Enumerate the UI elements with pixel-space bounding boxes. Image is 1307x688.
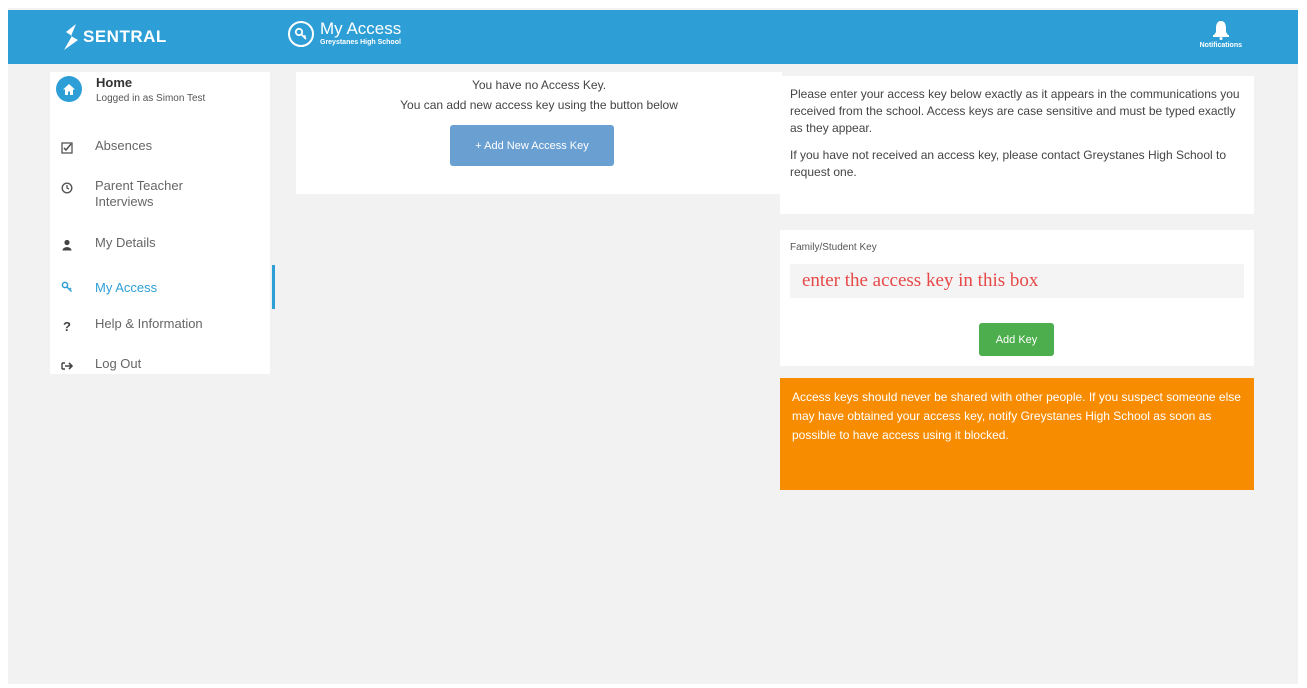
sidebar-item-my-details[interactable]: My Details [50,235,270,253]
sidebar-item-label: My Access [95,279,158,295]
sidebar-item-label: Parent Teacher Interviews [95,178,183,209]
key-entry-form: Family/Student Key Add Key [780,230,1254,366]
no-access-key-text: You have no Access Key. [471,78,607,92]
sidebar-item-absences[interactable]: Absences [50,138,270,156]
clock-icon [59,180,75,196]
sentral-logo-icon [64,24,78,50]
app-frame: SENTRAL My Access Greystanes High School… [8,8,1298,684]
home-icon [56,76,82,102]
add-new-access-key-button[interactable]: + Add New Access Key [450,125,614,166]
notifications-label: Notifications [1199,42,1242,49]
sidebar-item-label: Log Out [95,356,142,371]
home-title: Home [96,75,133,90]
active-indicator [272,265,275,309]
top-header: SENTRAL My Access Greystanes High School… [8,10,1298,64]
question-icon: ? [63,318,71,334]
sidebar-item-parent-teacher-interviews[interactable]: Parent Teacher Interviews [50,178,270,210]
instructions-text: Please enter your access key below exact… [790,87,1240,135]
sidebar-item-home[interactable]: Home Logged in as Simon Test [50,72,270,120]
security-warning: Access keys should never be shared with … [780,378,1254,490]
sidebar-item-label: Absences [95,138,153,153]
family-student-key-label: Family/Student Key [790,242,877,253]
page-header: My Access Greystanes High School [288,20,401,47]
sidebar-item-help-information[interactable]: ? Help & Information [50,316,270,334]
notifications-button[interactable]: Notifications [1200,20,1242,49]
bell-icon [1212,21,1229,40]
user-icon [59,237,75,253]
add-key-hint: You can add new access key using the but… [400,98,678,112]
sidebar: Home Logged in as Simon Test Absences Pa… [50,72,275,374]
brand-name: SENTRAL [83,27,167,46]
school-name: Greystanes High School [320,39,401,46]
sentral-logo[interactable]: SENTRAL [62,22,167,52]
instructions-panel: Please enter your access key below exact… [780,76,1254,214]
add-key-button[interactable]: Add Key [979,323,1054,356]
logged-in-text: Logged in as Simon Test [96,93,206,104]
contact-school-text: If you have not received an access key, … [790,148,1227,179]
access-key-input[interactable] [790,264,1244,298]
security-warning-text: Access keys should never be shared with … [792,390,1241,442]
sidebar-item-label: My Details [95,235,156,250]
sidebar-item-label: Help & Information [95,316,203,331]
key-icon [59,279,75,295]
sidebar-item-log-out[interactable]: Log Out [50,356,270,374]
sidebar-item-my-access[interactable]: My Access [50,265,275,309]
key-circle-icon [288,20,314,47]
logout-icon [59,358,75,374]
page-title: My Access [320,19,402,38]
check-icon [59,140,75,156]
access-key-panel: You have no Access Key. You can add new … [296,72,782,194]
